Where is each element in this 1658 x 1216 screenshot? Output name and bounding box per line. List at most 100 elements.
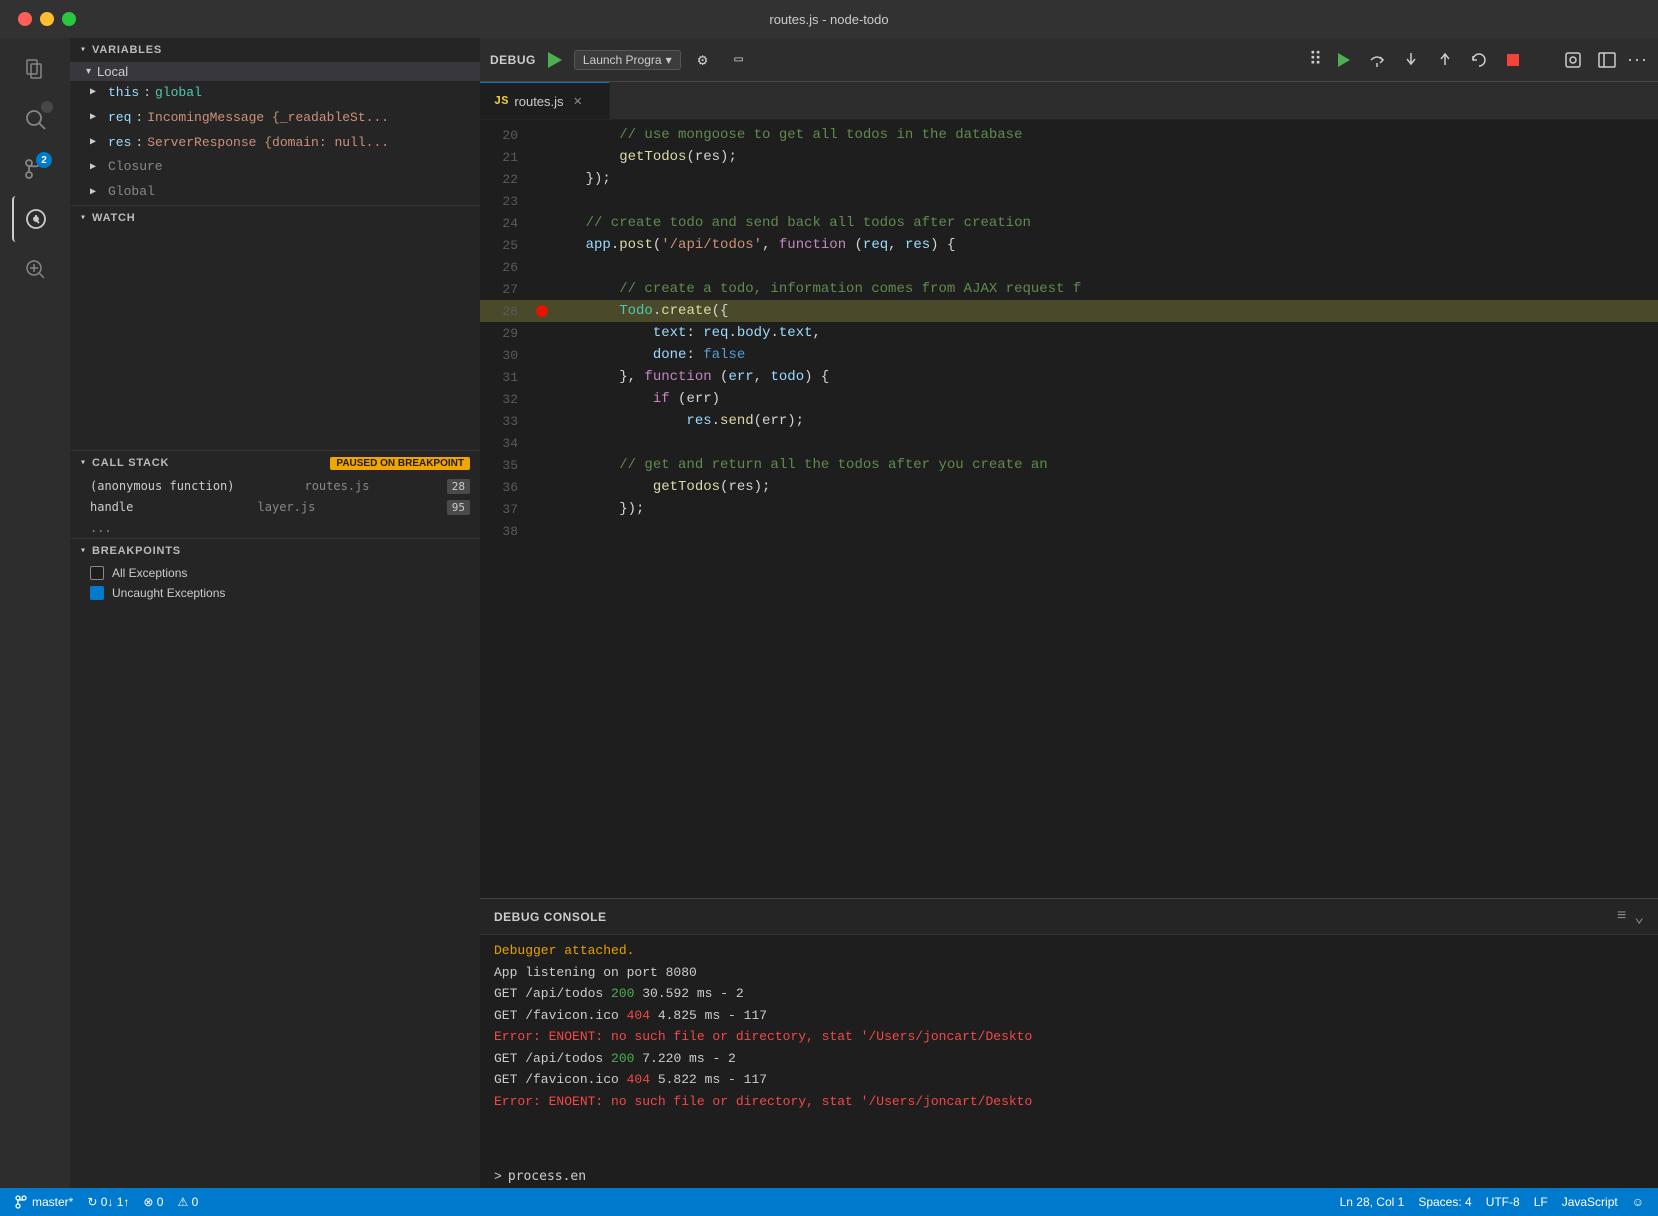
git-branch-status[interactable]: master*	[14, 1195, 73, 1209]
errors-status[interactable]: ⊗ 0	[143, 1195, 163, 1209]
debug-drag-handle[interactable]: ⠿	[1309, 49, 1323, 70]
console-input[interactable]	[508, 1169, 1644, 1184]
more-actions-button[interactable]: ···	[1627, 49, 1648, 70]
minimize-button[interactable]	[40, 12, 54, 26]
git-branch-icon	[14, 1195, 28, 1209]
toggle-sidebar-button[interactable]	[1593, 46, 1621, 74]
activity-bar: 2	[0, 38, 70, 1188]
traffic-lights	[18, 12, 76, 26]
debug-console: DEBUG CONSOLE ≡ ⌄ Debugger attached. App…	[480, 898, 1658, 1188]
debug-run-button[interactable]	[544, 49, 566, 71]
source-control-icon[interactable]: 2	[12, 146, 58, 192]
tab-routes-js[interactable]: JS routes.js ✕	[480, 82, 610, 119]
feedback-button[interactable]: ☺	[1632, 1195, 1644, 1209]
smiley-icon: ☺	[1632, 1195, 1644, 1209]
close-button[interactable]	[18, 12, 32, 26]
line-ending-label: LF	[1534, 1195, 1548, 1209]
extensions-icon[interactable]	[12, 246, 58, 292]
callstack-item-0[interactable]: (anonymous function) routes.js 28	[70, 476, 480, 497]
code-editor[interactable]: 20 // use mongoose to get all todos in t…	[480, 120, 1658, 898]
console-line-error-2: Error: ENOENT: no such file or directory…	[494, 1092, 1644, 1112]
watch-title: WATCH	[92, 212, 136, 224]
watch-header[interactable]: ▾ WATCH	[70, 206, 480, 230]
console-line-get-favicon-2: GET /favicon.ico 404 5.822 ms - 117	[494, 1070, 1644, 1090]
callstack-item-more[interactable]: ...	[70, 518, 480, 538]
cursor-position-status[interactable]: Ln 28, Col 1	[1340, 1195, 1405, 1209]
breakpoint-uncaught[interactable]: Uncaught Exceptions	[70, 583, 480, 603]
debug-step-into-button[interactable]	[1397, 46, 1425, 74]
breakpoint-all-exceptions[interactable]: All Exceptions	[70, 563, 480, 583]
expand-icon: ▶	[90, 185, 104, 201]
console-line-error-1: Error: ENOENT: no such file or directory…	[494, 1027, 1644, 1047]
debug-continue-button[interactable]	[1329, 46, 1357, 74]
source-control-badge: 2	[36, 152, 52, 168]
sidebar: ▾ VARIABLES ▾ Local ▶ this : global ▶ re…	[70, 38, 480, 1188]
code-line-29: 29 text: req.body.text,	[480, 322, 1658, 344]
spaces-status[interactable]: Spaces: 4	[1418, 1195, 1471, 1209]
debug-stop-button[interactable]	[1499, 46, 1527, 74]
launch-config-dropdown[interactable]: Launch Progra ▾	[574, 50, 681, 70]
debug-step-out-button[interactable]	[1431, 46, 1459, 74]
callstack-file-1: layer.js	[258, 500, 323, 514]
var-res[interactable]: ▶ res : ServerResponse {domain: null...	[70, 131, 480, 156]
debug-label: DEBUG	[490, 53, 536, 67]
files-icon[interactable]	[12, 46, 58, 92]
bp-checkbox-all[interactable]	[90, 566, 104, 580]
console-input-line: >	[480, 1165, 1658, 1188]
code-line-23: 23	[480, 190, 1658, 212]
play-triangle-icon	[548, 52, 562, 68]
callstack-section: ▾ CALL STACK PAUSED ON BREAKPOINT (anony…	[70, 450, 480, 538]
chevron-down-icon: ▾	[666, 53, 672, 67]
var-global[interactable]: ▶ Global	[70, 180, 480, 205]
code-line-24: 24 // create todo and send back all todo…	[480, 212, 1658, 234]
local-group-header[interactable]: ▾ Local	[70, 62, 480, 81]
expand-icon: ▶	[90, 110, 104, 126]
language-label: JavaScript	[1562, 1195, 1618, 1209]
bp-checkbox-uncaught[interactable]	[90, 586, 104, 600]
spaces-label: Spaces: 4	[1418, 1195, 1471, 1209]
language-status[interactable]: JavaScript	[1562, 1195, 1618, 1209]
git-branch-name: master*	[32, 1195, 73, 1209]
code-lines: 20 // use mongoose to get all todos in t…	[480, 120, 1658, 546]
debug-restart-button[interactable]	[1465, 46, 1493, 74]
breakpoints-title: BREAKPOINTS	[92, 545, 181, 557]
search-icon[interactable]	[12, 96, 58, 142]
terminal-icon[interactable]: ▭	[725, 46, 753, 74]
console-prompt: >	[494, 1169, 502, 1184]
sync-label: ↻ 0↓ 1↑	[87, 1195, 129, 1209]
maximize-button[interactable]	[62, 12, 76, 26]
warnings-status[interactable]: ⚠ 0	[177, 1195, 198, 1209]
breakpoints-header[interactable]: ▾ BREAKPOINTS	[70, 539, 480, 563]
titlebar: routes.js - node-todo	[0, 0, 1658, 38]
debug-step-over-button[interactable]	[1363, 46, 1391, 74]
gear-icon[interactable]: ⚙	[689, 46, 717, 74]
code-line-31: 31 }, function (err, todo) {	[480, 366, 1658, 388]
encoding-label: UTF-8	[1486, 1195, 1520, 1209]
debug-icon[interactable]	[12, 196, 58, 242]
sync-status[interactable]: ↻ 0↓ 1↑	[87, 1195, 129, 1209]
filter-console-button[interactable]: ≡	[1617, 907, 1627, 927]
breakpoints-expand-icon: ▾	[80, 545, 86, 557]
code-line-35: 35 // get and return all the todos after…	[480, 454, 1658, 476]
console-actions: ≡ ⌄	[1617, 907, 1644, 927]
window-title: routes.js - node-todo	[769, 12, 888, 27]
code-line-22: 22 });	[480, 168, 1658, 190]
clear-console-button[interactable]: ⌄	[1634, 907, 1644, 927]
code-line-26: 26	[480, 256, 1658, 278]
bp-label-uncaught: Uncaught Exceptions	[112, 586, 225, 600]
var-req[interactable]: ▶ req : IncomingMessage {_readableSt...	[70, 106, 480, 131]
callstack-header[interactable]: ▾ CALL STACK PAUSED ON BREAKPOINT	[70, 451, 480, 476]
callstack-status-badge: PAUSED ON BREAKPOINT	[330, 457, 470, 470]
variables-header[interactable]: ▾ VARIABLES	[70, 38, 480, 62]
encoding-status[interactable]: UTF-8	[1486, 1195, 1520, 1209]
var-this[interactable]: ▶ this : global	[70, 81, 480, 106]
tab-close-button[interactable]: ✕	[574, 93, 582, 110]
remote-explorer-button[interactable]	[1559, 46, 1587, 74]
var-closure[interactable]: ▶ Closure	[70, 155, 480, 180]
line-ending-status[interactable]: LF	[1534, 1195, 1548, 1209]
callstack-name-1: handle	[90, 500, 133, 514]
var-value-res: ServerResponse {domain: null...	[147, 133, 389, 154]
js-file-icon: JS	[494, 94, 508, 108]
callstack-item-1[interactable]: handle layer.js 95	[70, 497, 480, 518]
code-line-36: 36 getTodos(res);	[480, 476, 1658, 498]
